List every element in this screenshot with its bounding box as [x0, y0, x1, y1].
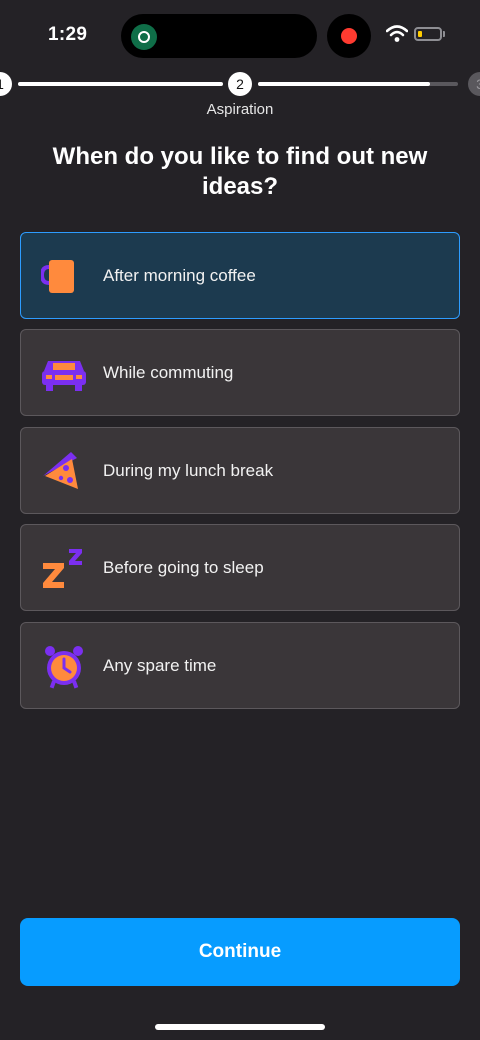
- status-time: 1:29: [48, 24, 88, 45]
- battery-cap: [443, 31, 445, 37]
- pizza-slice-icon: [43, 452, 78, 489]
- option-after-morning-coffee[interactable]: After morning coffee: [20, 232, 460, 319]
- page-title: When do you like to find out new ideas?: [52, 143, 428, 200]
- car-icon: [42, 361, 86, 391]
- step-2-circle: 2: [228, 72, 252, 96]
- coffee-mug-icon: [41, 260, 74, 293]
- progress-segment-1: [18, 82, 223, 86]
- option-during-lunch-break[interactable]: During my lunch break: [20, 427, 460, 514]
- dynamic-island: [121, 14, 317, 58]
- option-while-commuting[interactable]: While commuting: [20, 329, 460, 416]
- recording-dot-icon: [341, 28, 357, 44]
- step-1-circle: 1: [0, 72, 12, 96]
- wifi-icon: [386, 25, 408, 42]
- battery-level: [418, 31, 422, 37]
- screen-recording-indicator[interactable]: [327, 14, 371, 58]
- option-any-spare-time[interactable]: Any spare time: [20, 622, 460, 709]
- current-step-label: Aspiration: [206, 101, 274, 118]
- option-label: During my lunch break: [103, 461, 274, 480]
- progress-segment-2: [258, 82, 458, 86]
- progress-segment-2-fill: [258, 82, 430, 86]
- option-label: After morning coffee: [103, 266, 256, 285]
- battery-icon: [414, 27, 442, 41]
- sleep-zzz-icon: [43, 549, 82, 588]
- option-label: While commuting: [103, 363, 234, 382]
- alarm-clock-icon: [45, 646, 83, 689]
- step-3-circle: 3: [468, 72, 480, 96]
- option-label: Any spare time: [103, 656, 217, 675]
- starbucks-logo-icon[interactable]: [131, 24, 157, 50]
- continue-button[interactable]: Continue: [20, 918, 460, 986]
- home-indicator[interactable]: [155, 1024, 325, 1030]
- option-before-going-to-sleep[interactable]: Before going to sleep: [20, 524, 460, 611]
- option-label: Before going to sleep: [103, 558, 264, 577]
